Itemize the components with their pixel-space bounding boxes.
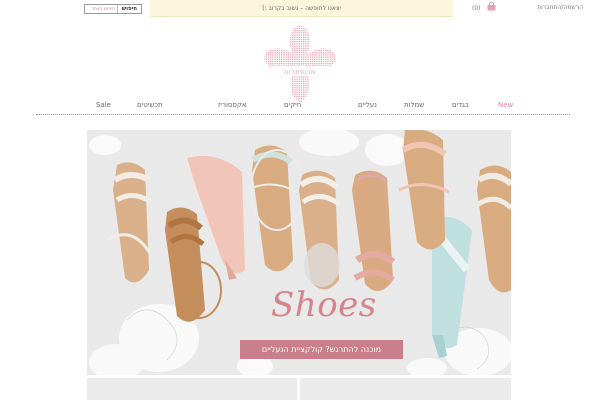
nav-item-new[interactable]: New (498, 101, 513, 109)
sandal-8 (398, 130, 450, 250)
sandal-6 (352, 170, 396, 292)
promo-banner: יצאנו לחופשה – נשוב בקרוב :) (150, 0, 453, 17)
cart-button[interactable]: (0) (472, 1, 496, 14)
top-bar: הרשמה/התחברות (0) יצאנו לחופשה – נשוב בק… (0, 0, 600, 18)
nav-item-clothes[interactable]: בגדים (452, 101, 469, 109)
nav-item-sale[interactable]: Sale (96, 101, 111, 109)
sandal-1 (106, 162, 153, 283)
category-tile-right[interactable] (300, 378, 511, 400)
site-logo[interactable]: מכופתרות (263, 23, 337, 105)
category-tile-left[interactable] (87, 378, 297, 400)
flower-logo-icon (264, 25, 336, 103)
search-box: חיפוש (84, 4, 142, 14)
hero-shoes-illustration (89, 130, 511, 375)
nav-item-jewelry[interactable]: תכשיטים (137, 101, 163, 109)
hero-banner[interactable]: Shoes מוכנה להתרגש? קולקציית הנעליים (87, 130, 511, 375)
hero-badge[interactable]: מוכנה להתרגש? קולקציית הנעליים (240, 340, 403, 359)
shopping-bag-icon (487, 1, 496, 11)
account-links[interactable]: הרשמה/התחברות (537, 4, 583, 11)
nav-divider (36, 114, 570, 115)
sandal-4 (246, 145, 304, 272)
hero-title: Shoes (271, 285, 377, 325)
sandal-5 (299, 170, 341, 290)
nav-item-bags[interactable]: חיקים (284, 101, 301, 109)
sandal-9 (475, 165, 511, 293)
nav-item-shoes[interactable]: נעליים (358, 101, 377, 109)
cart-count: (0) (472, 5, 481, 12)
search-input[interactable] (84, 5, 117, 13)
nav-item-accessories[interactable]: אקססוריז (218, 101, 247, 109)
search-button[interactable]: חיפוש (116, 5, 141, 13)
nav-item-dresses[interactable]: שמלות (404, 101, 424, 109)
logo-text: מכופתרות (284, 68, 316, 76)
main-nav: New בגדים שמלות נעליים חיקים אקססוריז תכ… (36, 95, 570, 115)
